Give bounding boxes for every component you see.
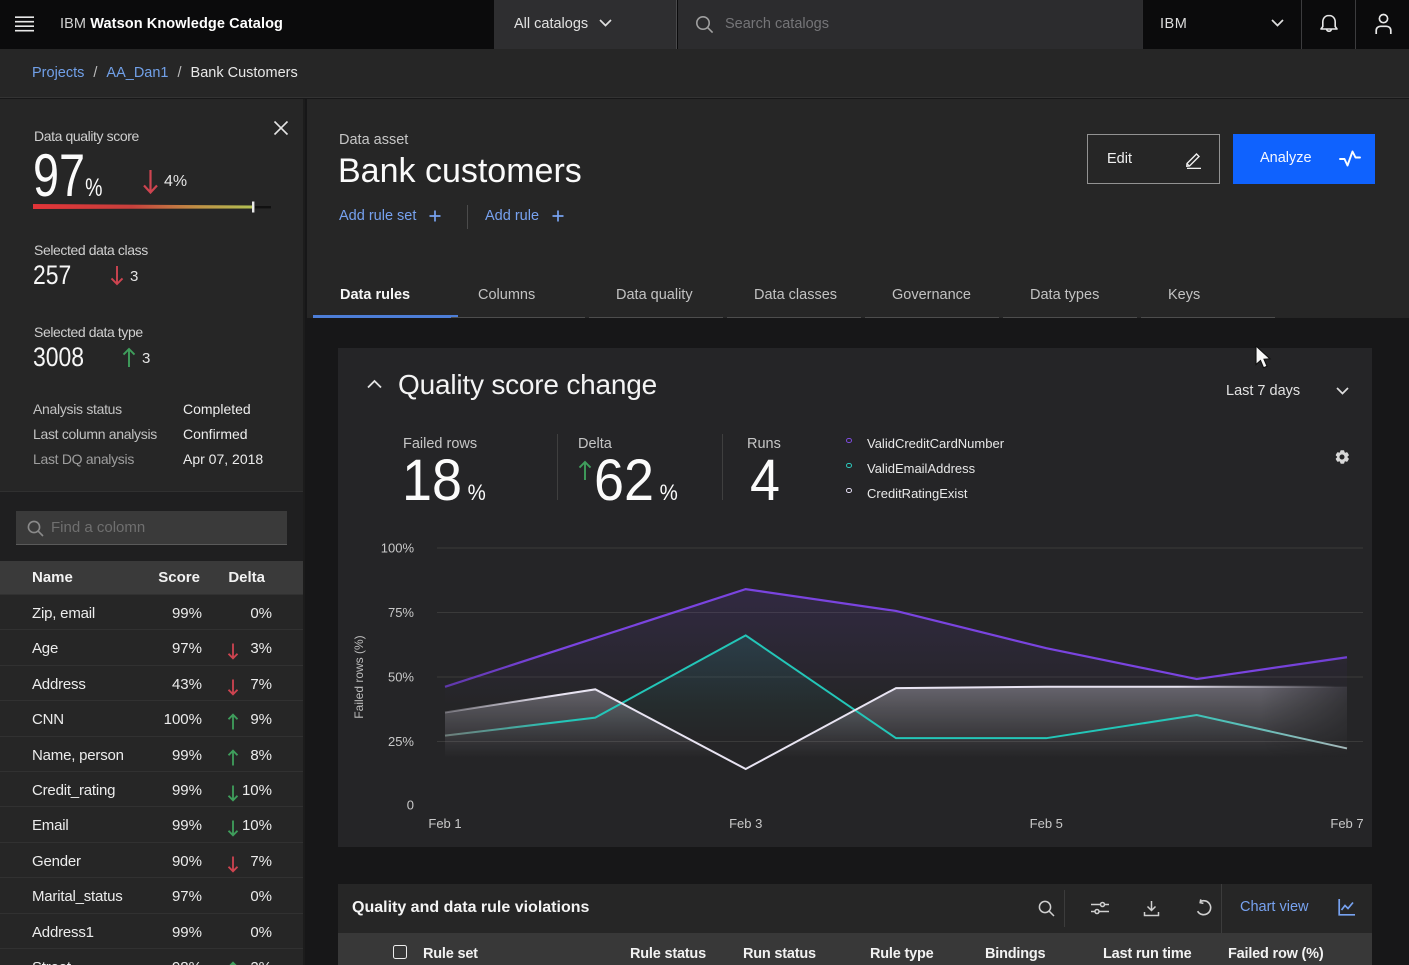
svg-text:Failed rows (%): Failed rows (%)	[352, 635, 366, 718]
svg-text:Feb 1: Feb 1	[428, 816, 461, 831]
svg-text:0: 0	[407, 798, 414, 813]
svg-text:50%: 50%	[388, 670, 414, 685]
svg-text:Feb 7: Feb 7	[1330, 816, 1363, 831]
svg-text:Feb 3: Feb 3	[729, 816, 762, 831]
svg-text:100%: 100%	[381, 541, 415, 556]
svg-text:75%: 75%	[388, 605, 414, 620]
svg-text:25%: 25%	[388, 734, 414, 749]
svg-text:Feb 5: Feb 5	[1030, 816, 1063, 831]
